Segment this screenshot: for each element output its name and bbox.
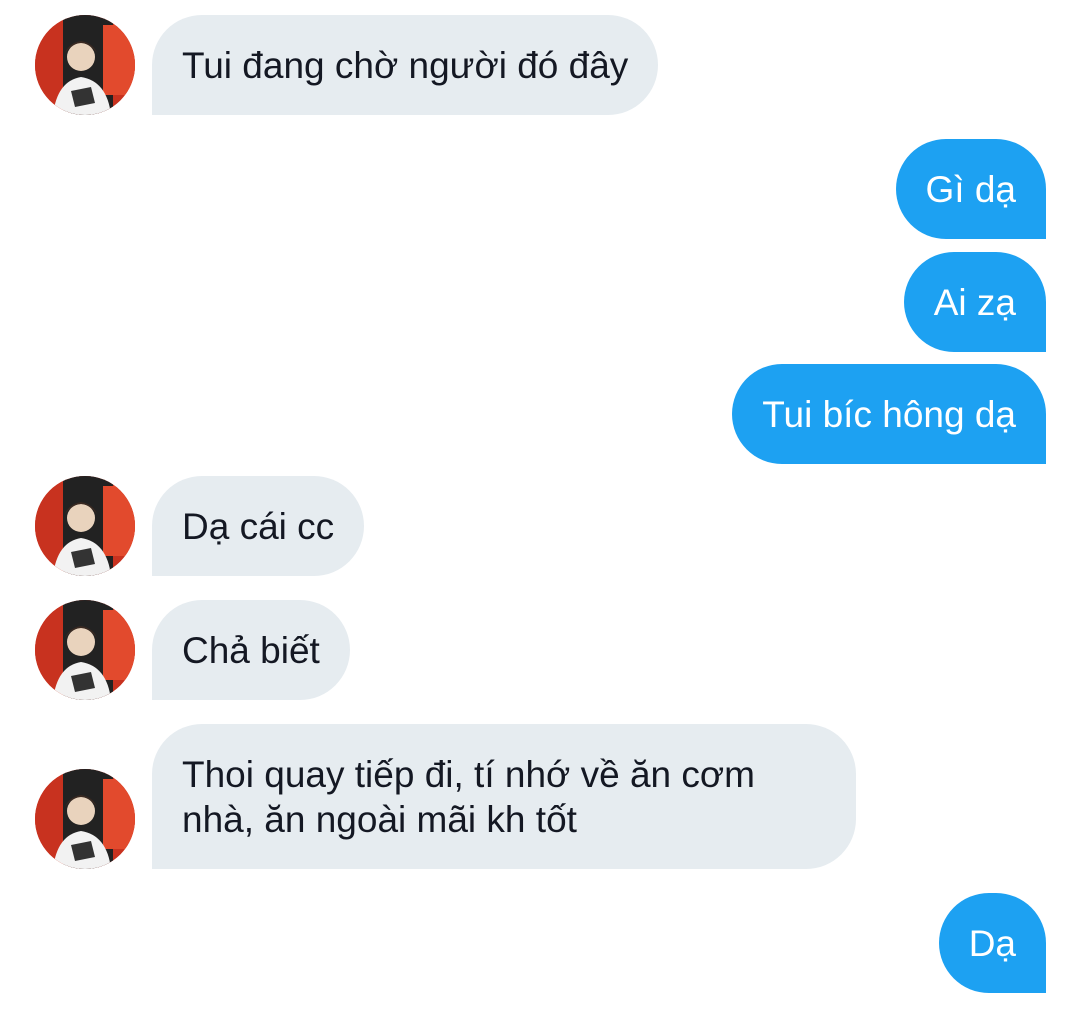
outgoing-message-bubble[interactable]: Ai zạ bbox=[903, 252, 1046, 352]
avatar-photo-icon bbox=[35, 15, 135, 115]
incoming-message-bubble[interactable]: Chả biết bbox=[152, 600, 350, 700]
outgoing-message-bubble[interactable]: Gì dạ bbox=[895, 139, 1046, 239]
incoming-message-bubble[interactable]: Dạ cái cc bbox=[152, 476, 365, 576]
outgoing-message-bubble[interactable]: Tui bíc hông dạ bbox=[732, 364, 1046, 464]
contact-avatar[interactable] bbox=[35, 476, 135, 576]
avatar-photo-icon bbox=[35, 476, 135, 576]
contact-avatar[interactable] bbox=[35, 600, 135, 700]
contact-avatar[interactable] bbox=[35, 769, 135, 869]
incoming-message-bubble[interactable]: Thoi quay tiếp đi, tí nhớ về ăn cơm nhà,… bbox=[152, 724, 856, 869]
contact-avatar[interactable] bbox=[35, 15, 135, 115]
avatar-photo-icon bbox=[35, 769, 135, 869]
outgoing-message-bubble[interactable]: Dạ bbox=[938, 893, 1046, 993]
avatar-photo-icon bbox=[35, 600, 135, 700]
incoming-message-bubble[interactable]: Tui đang chờ người đó đây bbox=[152, 15, 659, 115]
conversation-thread: Tui đang chờ người đó đây Gì dạ Ai zạ Tu… bbox=[0, 0, 1080, 1014]
